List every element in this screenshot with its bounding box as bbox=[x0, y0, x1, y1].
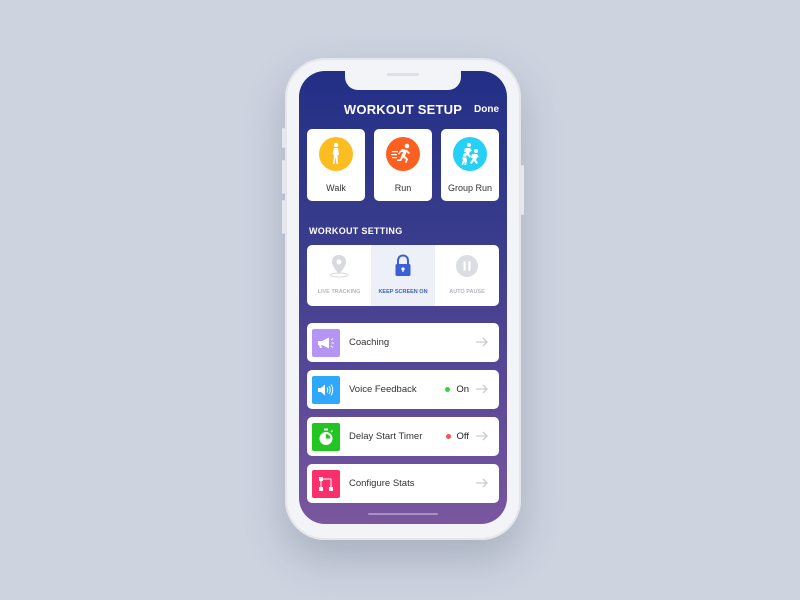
flowchart-icon bbox=[312, 470, 340, 498]
speaker bbox=[387, 73, 419, 76]
option-configure-stats[interactable]: Configure Stats bbox=[307, 464, 499, 503]
toggle-label: KEEP SCREEN ON bbox=[378, 289, 428, 295]
pause-icon bbox=[455, 254, 479, 278]
workout-type-label: Group Run bbox=[447, 183, 493, 193]
option-delay-start-timer[interactable]: Delay Start Timer Off bbox=[307, 417, 499, 456]
done-button[interactable]: Done bbox=[474, 104, 499, 115]
status-dot-off bbox=[445, 434, 451, 439]
workout-type-label: Walk bbox=[326, 183, 346, 193]
toggle-label: LIVE TRACKING bbox=[317, 289, 361, 295]
toggle-keep-screen-on[interactable]: KEEP SCREEN ON bbox=[371, 245, 435, 306]
option-label: Configure Stats bbox=[349, 478, 415, 489]
arrow-right-icon bbox=[476, 431, 488, 441]
arrow-right-icon bbox=[476, 337, 488, 347]
run-icon bbox=[386, 137, 420, 171]
lock-icon bbox=[391, 254, 415, 278]
workout-type-label: Run bbox=[394, 183, 412, 193]
option-label: Coaching bbox=[349, 337, 390, 348]
option-coaching[interactable]: Coaching bbox=[307, 323, 499, 362]
workout-type-run[interactable]: Run bbox=[374, 129, 432, 201]
status-text: Off bbox=[456, 431, 470, 442]
status-indicator: Off bbox=[445, 431, 470, 442]
workout-setting-toggles: LIVE TRACKING KEEP SCREEN ON AUTO PAUSE bbox=[307, 245, 499, 306]
app-screen: WORKOUT SETUP Done Walk Run Group Run WO… bbox=[299, 71, 507, 524]
location-pin-icon bbox=[327, 254, 351, 278]
stopwatch-icon bbox=[312, 423, 340, 451]
arrow-right-icon bbox=[476, 384, 488, 394]
speaker-icon bbox=[312, 376, 340, 404]
walk-icon bbox=[319, 137, 353, 171]
home-indicator[interactable] bbox=[368, 513, 438, 515]
workout-type-group-run[interactable]: Group Run bbox=[441, 129, 499, 201]
toggle-label: AUTO PAUSE bbox=[449, 289, 485, 295]
mute-switch bbox=[282, 128, 285, 148]
workout-type-walk[interactable]: Walk bbox=[307, 129, 365, 201]
workout-type-list: Walk Run Group Run bbox=[307, 129, 499, 201]
megaphone-icon bbox=[312, 329, 340, 357]
volume-up-button bbox=[282, 160, 285, 194]
volume-down-button bbox=[282, 200, 285, 234]
status-dot-on bbox=[445, 387, 451, 392]
options-list: Coaching Voice Feedback On Delay Start T… bbox=[307, 323, 499, 511]
power-button bbox=[521, 165, 524, 215]
option-label: Delay Start Timer bbox=[349, 431, 423, 442]
toggle-auto-pause[interactable]: AUTO PAUSE bbox=[435, 245, 499, 306]
option-voice-feedback[interactable]: Voice Feedback On bbox=[307, 370, 499, 409]
status-indicator: On bbox=[445, 384, 469, 395]
group-run-icon bbox=[453, 137, 487, 171]
arrow-right-icon bbox=[476, 478, 488, 488]
option-label: Voice Feedback bbox=[349, 384, 417, 395]
section-label: WORKOUT SETTING bbox=[309, 226, 403, 236]
toggle-live-tracking[interactable]: LIVE TRACKING bbox=[307, 245, 371, 306]
notch bbox=[345, 71, 461, 90]
status-text: On bbox=[456, 384, 469, 395]
